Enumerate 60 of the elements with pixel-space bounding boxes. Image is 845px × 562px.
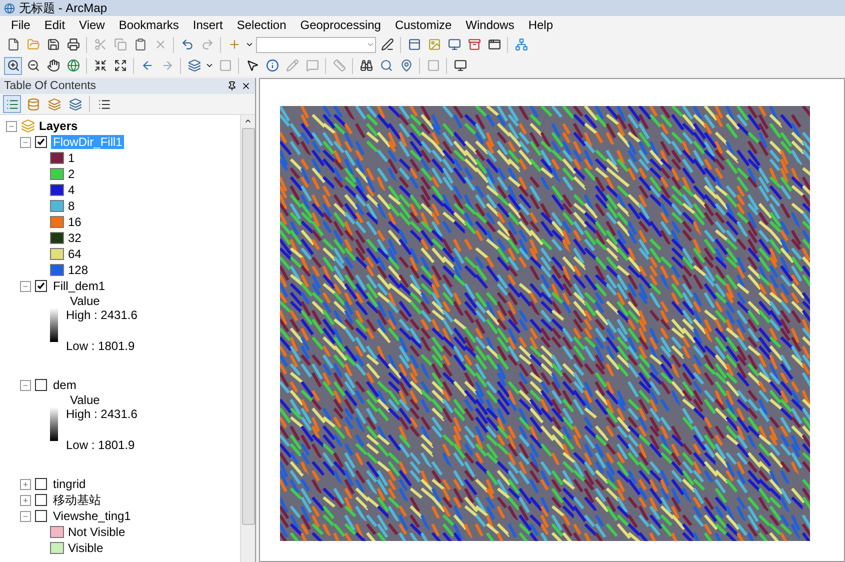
expand-icon[interactable] bbox=[20, 494, 31, 506]
legend-label: 16 bbox=[68, 215, 82, 229]
legend-label: 2 bbox=[68, 167, 75, 181]
legend-label: Not Visible bbox=[68, 525, 126, 539]
pin-icon[interactable] bbox=[227, 81, 237, 91]
legend-label: 1 bbox=[68, 151, 75, 165]
caret-icon bbox=[245, 40, 254, 49]
layer-checkbox[interactable] bbox=[35, 510, 47, 522]
legend-label: 128 bbox=[68, 263, 88, 277]
layer-checkbox[interactable] bbox=[35, 379, 47, 391]
menu-item[interactable]: Windows bbox=[458, 18, 522, 32]
layer-name[interactable]: Fill_dem1 bbox=[51, 279, 108, 293]
legend-label: Low : 1801.9 bbox=[66, 339, 136, 353]
menu-item[interactable]: View bbox=[72, 18, 112, 32]
data-frame-label[interactable]: Layers bbox=[39, 119, 78, 133]
layers-icon bbox=[21, 119, 35, 133]
color-ramp bbox=[50, 407, 58, 441]
caret-icon bbox=[366, 40, 375, 49]
layer-checkbox[interactable] bbox=[35, 494, 47, 506]
caret-icon bbox=[205, 61, 214, 70]
layer-name[interactable]: Viewshe_ting1 bbox=[51, 509, 133, 523]
legend-heading: Value bbox=[69, 294, 101, 308]
expand-icon[interactable] bbox=[20, 478, 31, 490]
menu-item[interactable]: Bookmarks bbox=[112, 18, 186, 32]
menu-item[interactable]: Edit bbox=[37, 18, 72, 32]
menu-item[interactable]: Customize bbox=[388, 18, 459, 32]
legend-label: Low : 1801.9 bbox=[66, 438, 136, 452]
collapse-icon[interactable] bbox=[20, 380, 31, 390]
layer-checkbox[interactable] bbox=[35, 478, 47, 490]
layer-checkbox[interactable] bbox=[35, 280, 47, 292]
menu-item[interactable]: Help bbox=[521, 18, 560, 32]
legend-label: 64 bbox=[68, 247, 82, 261]
scrollbar[interactable] bbox=[240, 115, 255, 562]
legend-label: High : 2431.6 bbox=[66, 308, 138, 324]
app-icon bbox=[4, 2, 15, 14]
legend-label: Visible bbox=[68, 541, 104, 555]
legend-label: 32 bbox=[68, 231, 82, 245]
layer-name[interactable]: tingrid bbox=[51, 477, 88, 491]
menu-item[interactable]: File bbox=[4, 18, 38, 32]
panel-title: Table Of Contents bbox=[4, 80, 96, 92]
legend-heading: Value bbox=[69, 393, 101, 407]
color-ramp bbox=[50, 308, 58, 342]
layer-name[interactable]: dem bbox=[51, 378, 78, 392]
menu-item[interactable]: Insert bbox=[186, 18, 230, 32]
list-by-drawing-order-icon[interactable] bbox=[3, 95, 21, 113]
legend-label: High : 2431.6 bbox=[66, 407, 138, 423]
legend-label: 8 bbox=[68, 199, 75, 213]
menu-item[interactable]: Geoprocessing bbox=[293, 18, 388, 32]
window-title: 无标题 - ArcMap bbox=[19, 0, 108, 16]
zoom-in-icon[interactable] bbox=[4, 56, 22, 74]
collapse-icon[interactable] bbox=[20, 510, 31, 522]
scale-combo-field[interactable] bbox=[256, 36, 376, 52]
close-icon[interactable] bbox=[241, 81, 251, 91]
collapse-icon[interactable] bbox=[6, 120, 17, 132]
collapse-icon[interactable] bbox=[20, 280, 31, 292]
layer-name[interactable]: 移动基站 bbox=[51, 492, 103, 508]
menu-item[interactable]: Selection bbox=[230, 18, 294, 32]
layer-checkbox[interactable] bbox=[35, 136, 47, 148]
legend-label: 4 bbox=[68, 183, 75, 197]
collapse-icon[interactable] bbox=[20, 136, 31, 148]
